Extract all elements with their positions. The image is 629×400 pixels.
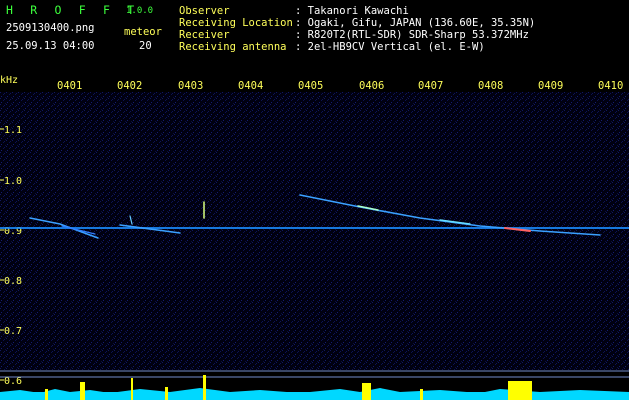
- level-peak: [80, 382, 85, 400]
- level-peak: [203, 375, 206, 400]
- y-tick-label: 0.6: [4, 376, 22, 387]
- level-peak: [45, 389, 48, 400]
- y-axis-unit: kHz: [0, 75, 19, 86]
- y-tick-label: 1.0: [4, 176, 22, 187]
- location-label: Receiving Location: [179, 17, 293, 29]
- receiver-label: Receiver: [179, 29, 230, 41]
- antenna-value: : 2el-HB9CV Vertical (el. E-W): [295, 41, 485, 53]
- y-tick-label: 0.7: [4, 326, 22, 337]
- x-tick-label: 0406: [359, 80, 385, 92]
- meteor-count: 20: [139, 40, 152, 52]
- y-tick-label: 1.1: [4, 125, 22, 136]
- y-tick-label: 0.8: [4, 276, 22, 287]
- level-peak: [362, 383, 371, 400]
- app-version: 1.0.0: [126, 6, 154, 16]
- x-tick-label: 0404: [238, 80, 264, 92]
- receiver-value: : R820T2(RTL-SDR) SDR-Sharp 53.372MHz: [295, 29, 529, 41]
- level-trace: [0, 388, 629, 400]
- level-peak: [420, 389, 423, 400]
- file-name: 2509130400.png: [6, 22, 95, 34]
- x-tick-label: 0409: [538, 80, 564, 92]
- file-datetime: 25.09.13 04:00: [6, 40, 95, 52]
- x-tick-label: 0410: [598, 80, 624, 92]
- x-tick-label: 0405: [298, 80, 324, 92]
- observer-value: : Takanori Kawachi: [295, 5, 409, 17]
- level-peak: [131, 378, 133, 400]
- header-panel: H R O F F T 1.0.0 2509130400.png meteor …: [0, 0, 629, 80]
- antenna-label: Receiving antenna: [179, 41, 287, 53]
- app-name: H R O F F T: [6, 3, 140, 17]
- x-tick-label: 0403: [178, 80, 204, 92]
- level-peak: [508, 381, 532, 400]
- location-value: : Ogaki, Gifu, JAPAN (136.60E, 35.35N): [295, 17, 536, 29]
- spectrogram: 1.1 1.0 0.9 0.8 0.7 0.6: [0, 92, 629, 400]
- meteor-label: meteor: [124, 26, 162, 38]
- x-tick-label: 0402: [117, 80, 143, 92]
- signal-level-strip: [0, 375, 629, 400]
- x-tick-label: 0408: [478, 80, 504, 92]
- observer-label: Observer: [179, 5, 230, 17]
- x-tick-label: 0401: [57, 80, 83, 92]
- level-peak: [165, 387, 168, 400]
- x-tick-label: 0407: [418, 80, 444, 92]
